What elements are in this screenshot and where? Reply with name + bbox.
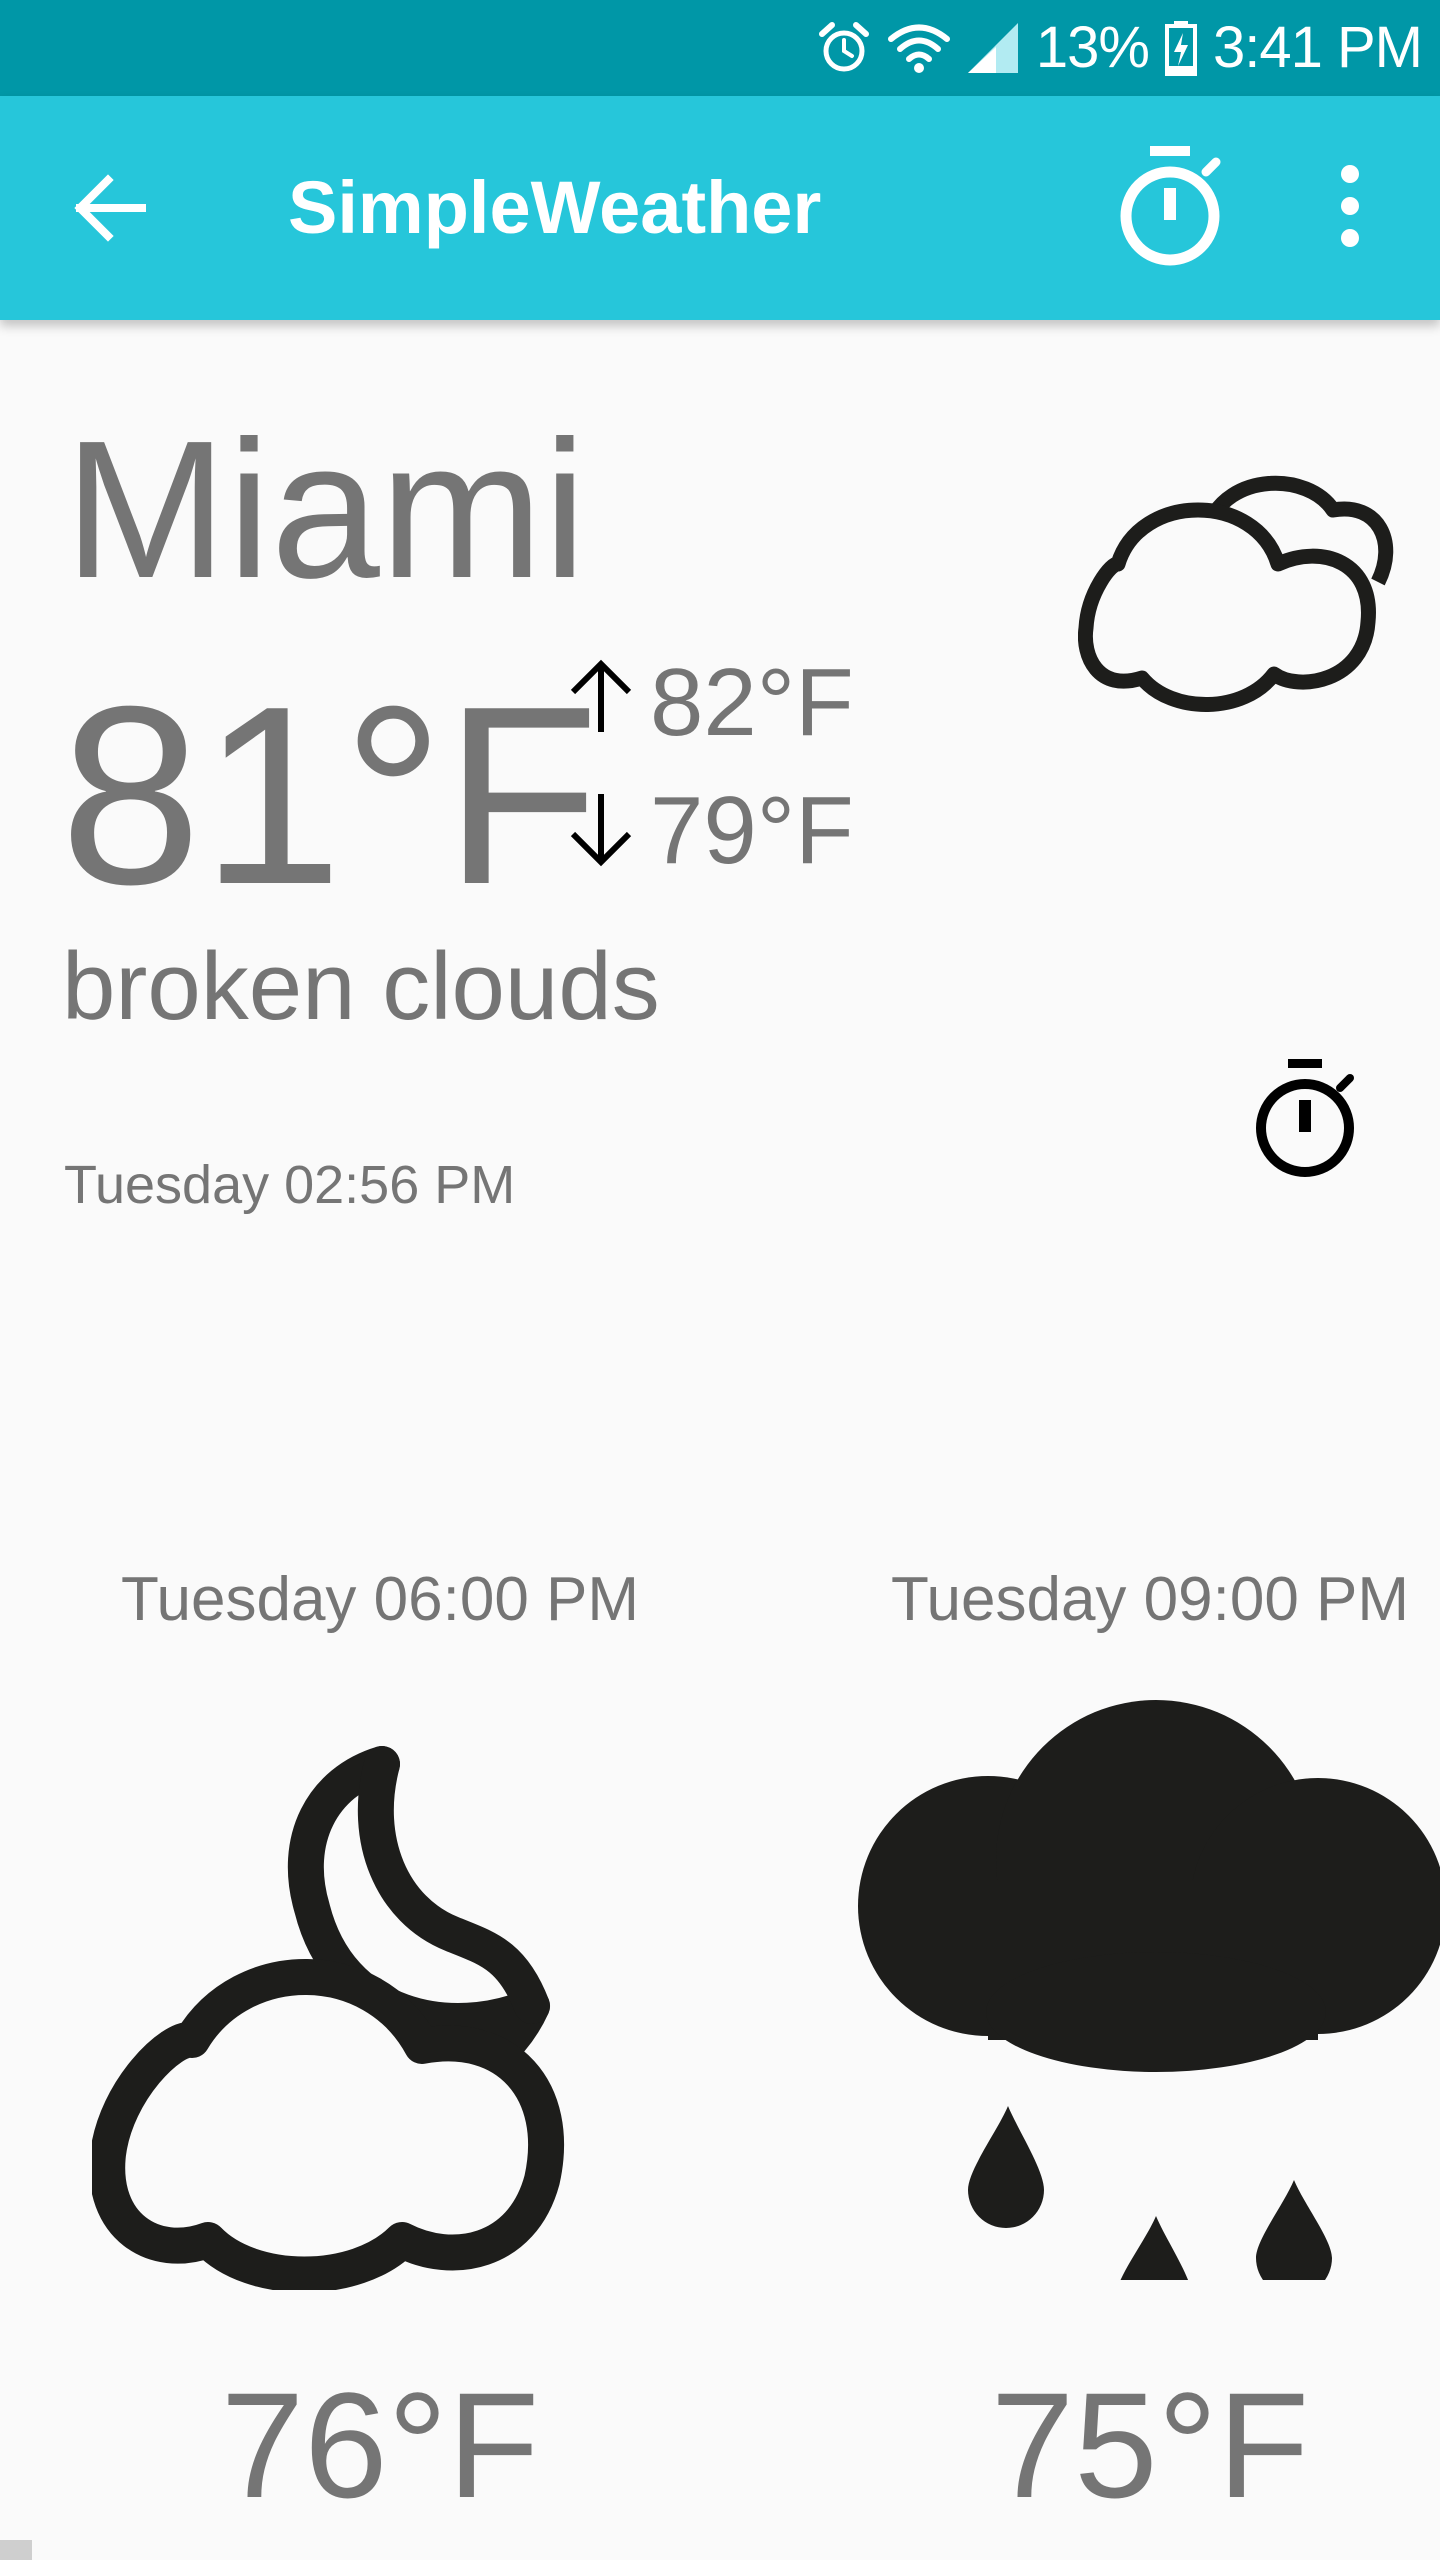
app-bar: SimpleWeather [0,96,1440,320]
rain-icon [858,1700,1440,2280]
low-temperature: 79°F [650,777,854,884]
night-partly-cloudy-icon [92,1746,564,2290]
forecast-time: Tuesday 09:00 PM [890,1565,1410,1634]
last-updated: Tuesday 02:56 PM [64,1155,516,1215]
city-name: Miami [64,400,587,619]
battery-percent: 13% [1035,15,1150,80]
status-time: 3:41 PM [1213,15,1423,80]
app-title: SimpleWeather [288,166,822,249]
forecast-temperature: 75°F [990,2361,1310,2529]
battery-charging-icon [1165,21,1197,76]
signal-icon [967,23,1018,73]
stopwatch-icon[interactable] [1110,142,1230,272]
more-vert-icon[interactable] [1320,156,1380,256]
broken-clouds-icon [1078,475,1394,712]
arrow-down-icon [570,794,632,867]
alarm-icon [818,22,869,72]
wifi-icon [887,24,950,73]
status-bar: 13% 3:41 PM [0,0,1440,96]
arrow-up-icon [570,659,632,732]
forecast-time: Tuesday 06:00 PM [120,1565,640,1634]
forecast-temperature: 76°F [220,2361,540,2529]
weather-description: broken clouds [62,933,660,1040]
status-icons: 13% 3:41 PM [816,0,1423,96]
scroll-indicator [0,2540,32,2560]
stopwatch-icon[interactable] [1250,1056,1360,1184]
high-temperature: 82°F [650,649,854,756]
back-arrow-icon[interactable] [70,158,170,258]
current-temperature: 81°F [60,653,600,937]
